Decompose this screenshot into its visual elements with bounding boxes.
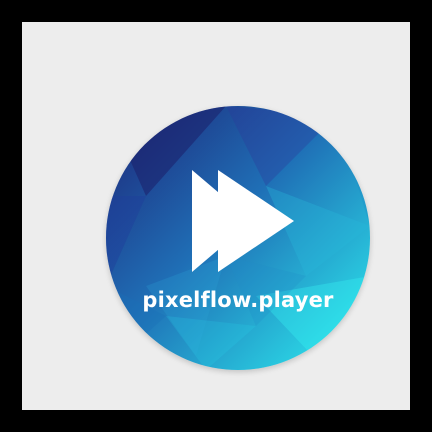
logo-label: pixelflow.player <box>142 288 334 312</box>
logo-background <box>106 106 370 370</box>
logo-canvas: pixelflow.player <box>22 22 410 410</box>
app-logo: pixelflow.player <box>106 106 370 370</box>
